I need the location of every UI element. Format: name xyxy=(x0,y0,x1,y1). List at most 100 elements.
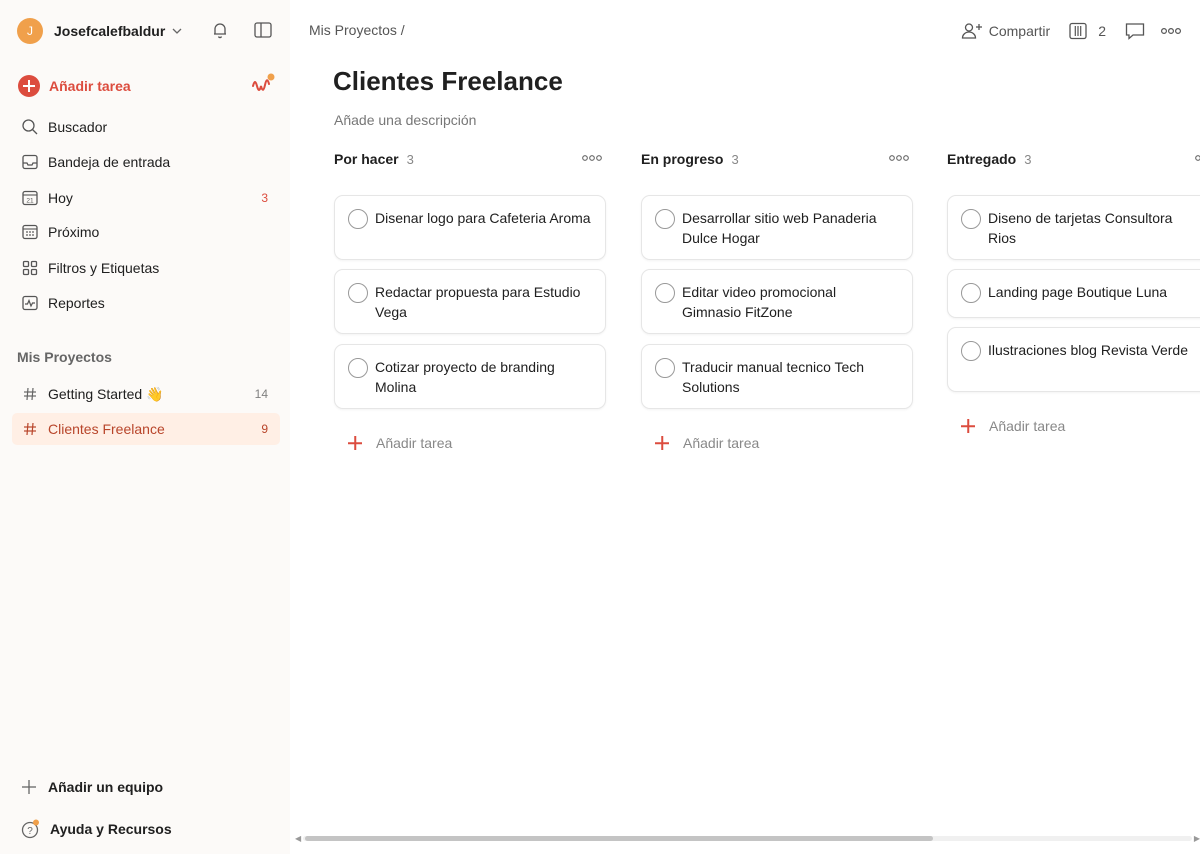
sidebar-item-label: Reportes xyxy=(48,295,105,311)
column-title[interactable]: Por hacer xyxy=(334,151,399,167)
task-card[interactable]: Editar video promocional Gimnasio FitZon… xyxy=(641,269,913,334)
share-label: Compartir xyxy=(988,23,1051,39)
task-card[interactable]: Traducir manual tecnico Tech Solutions xyxy=(641,344,913,409)
add-team-button[interactable]: Añadir un equipo xyxy=(20,775,163,799)
sidebar-item-label: Hoy xyxy=(48,190,73,206)
inbox-icon xyxy=(20,152,40,172)
more-horizontal-icon[interactable] xyxy=(1194,151,1200,165)
task-checkbox[interactable] xyxy=(348,283,368,303)
plus-icon xyxy=(655,436,669,450)
user-menu[interactable]: J Josefcalefbaldur xyxy=(17,17,183,45)
more-horizontal-icon[interactable] xyxy=(581,151,603,165)
add-task-button[interactable]: Añadir tarea xyxy=(18,74,131,98)
plus-icon xyxy=(22,780,36,794)
task-checkbox[interactable] xyxy=(961,341,981,361)
column-title[interactable]: Entregado xyxy=(947,151,1016,167)
task-checkbox[interactable] xyxy=(348,209,368,229)
filters-icon xyxy=(20,258,40,278)
board-view-button[interactable]: 2 xyxy=(1068,21,1106,41)
task-card[interactable]: Diseno de tarjetas Consultora Rios xyxy=(947,195,1200,260)
sidebar-item-today[interactable]: 21 Hoy 3 xyxy=(12,182,280,214)
sidebar-toggle-icon[interactable] xyxy=(252,19,274,41)
add-task-column-button[interactable]: Añadir tarea xyxy=(348,433,452,453)
sidebar-item-label: Buscador xyxy=(48,119,108,135)
column-count: 3 xyxy=(731,151,739,167)
more-options-button[interactable] xyxy=(1160,26,1182,36)
column-header: Entregado 3 xyxy=(947,148,1200,170)
projects-section-title[interactable]: Mis Proyectos xyxy=(17,349,112,365)
task-title: Traducir manual tecnico Tech Solutions xyxy=(682,359,865,395)
svg-text:21: 21 xyxy=(26,198,34,205)
add-task-label: Añadir tarea xyxy=(376,435,453,451)
project-description[interactable]: Añade una descripción xyxy=(334,112,476,128)
share-button[interactable]: Compartir xyxy=(961,21,1050,41)
task-title: Ilustraciones blog Revista Verde xyxy=(988,342,1188,358)
task-title: Landing page Boutique Luna xyxy=(988,284,1168,300)
sidebar-item-reports[interactable]: Reportes xyxy=(12,287,280,319)
task-card[interactable]: Disenar logo para Cafeteria Aroma xyxy=(334,195,606,260)
task-title: Redactar propuesta para Estudio Vega xyxy=(375,284,581,320)
add-task-label: Añadir tarea xyxy=(683,435,760,451)
task-title: Diseno de tarjetas Consultora Rios xyxy=(988,210,1173,246)
sidebar-item-label: Filtros y Etiquetas xyxy=(48,260,160,276)
plus-circle-icon xyxy=(18,75,40,97)
project-label: Getting Started 👋 xyxy=(48,385,164,402)
more-horizontal-icon xyxy=(1160,27,1182,35)
task-card[interactable]: Cotizar proyecto de branding Molina xyxy=(334,344,606,409)
sidebar: J Josefcalefbaldur Añadir tarea Buscador… xyxy=(0,0,290,854)
board-column-por-hacer: Por hacer 3 Disenar logo para Cafeteria … xyxy=(334,148,606,451)
task-title: Cotizar proyecto de branding Molina xyxy=(375,359,555,395)
chevron-down-icon xyxy=(172,28,182,34)
sidebar-item-filters[interactable]: Filtros y Etiquetas xyxy=(12,252,280,284)
sidebar-item-label: Bandeja de entrada xyxy=(48,154,171,170)
sidebar-item-search[interactable]: Buscador xyxy=(12,111,280,143)
task-checkbox[interactable] xyxy=(961,283,981,303)
plus-icon xyxy=(348,436,362,450)
task-card[interactable]: Redactar propuesta para Estudio Vega xyxy=(334,269,606,334)
comments-button[interactable] xyxy=(1124,21,1146,41)
help-label: Ayuda y Recursos xyxy=(50,821,172,837)
page-title[interactable]: Clientes Freelance xyxy=(333,66,563,97)
add-task-column-button[interactable]: Añadir tarea xyxy=(655,433,759,453)
task-checkbox[interactable] xyxy=(655,209,675,229)
board-column-entregado: Entregado 3 Diseno de tarjetas Consultor… xyxy=(947,148,1200,434)
breadcrumb[interactable]: Mis Proyectos / xyxy=(309,22,405,38)
sidebar-item-upcoming[interactable]: Próximo xyxy=(12,216,280,248)
sidebar-project-getting-started[interactable]: Getting Started 👋 14 xyxy=(12,378,280,410)
add-task-label: Añadir tarea xyxy=(49,78,131,94)
task-checkbox[interactable] xyxy=(655,283,675,303)
avatar: J xyxy=(17,18,43,44)
project-label: Clientes Freelance xyxy=(48,421,165,437)
header-actions: Compartir 2 xyxy=(943,18,1182,44)
calendar-upcoming-icon xyxy=(20,222,40,242)
scroll-left-arrow-icon[interactable]: ◀ xyxy=(295,834,301,843)
column-title[interactable]: En progreso xyxy=(641,151,723,167)
ramble-wave-icon[interactable] xyxy=(250,72,276,98)
task-checkbox[interactable] xyxy=(961,209,981,229)
task-checkbox[interactable] xyxy=(655,358,675,378)
help-icon: ? xyxy=(21,819,39,839)
column-count: 3 xyxy=(1024,151,1032,167)
board-count: 2 xyxy=(1098,23,1106,39)
horizontal-scrollbar[interactable]: ◀ ▶ xyxy=(295,834,1200,843)
add-task-label: Añadir tarea xyxy=(989,418,1066,434)
add-team-label: Añadir un equipo xyxy=(48,779,164,795)
hash-icon xyxy=(20,384,40,404)
column-header: Por hacer 3 xyxy=(334,148,606,170)
sidebar-item-inbox[interactable]: Bandeja de entrada xyxy=(12,146,280,178)
scroll-thumb[interactable] xyxy=(305,836,933,841)
board-icon xyxy=(1069,22,1087,40)
bell-icon[interactable] xyxy=(209,19,231,41)
more-horizontal-icon[interactable] xyxy=(888,151,910,165)
add-task-column-button[interactable]: Añadir tarea xyxy=(961,416,1065,436)
svg-text:?: ? xyxy=(27,826,33,837)
task-title: Desarrollar sitio web Panaderia Dulce Ho… xyxy=(682,210,877,246)
sidebar-project-clientes-freelance[interactable]: Clientes Freelance 9 xyxy=(12,413,280,445)
task-card[interactable]: Desarrollar sitio web Panaderia Dulce Ho… xyxy=(641,195,913,260)
help-resources-button[interactable]: ? Ayuda y Recursos xyxy=(20,817,172,841)
scroll-right-arrow-icon[interactable]: ▶ xyxy=(1194,834,1200,843)
task-card[interactable]: Ilustraciones blog Revista Verde xyxy=(947,327,1200,392)
task-card[interactable]: Landing page Boutique Luna xyxy=(947,269,1200,318)
task-title: Disenar logo para Cafeteria Aroma xyxy=(375,210,591,226)
task-checkbox[interactable] xyxy=(348,358,368,378)
